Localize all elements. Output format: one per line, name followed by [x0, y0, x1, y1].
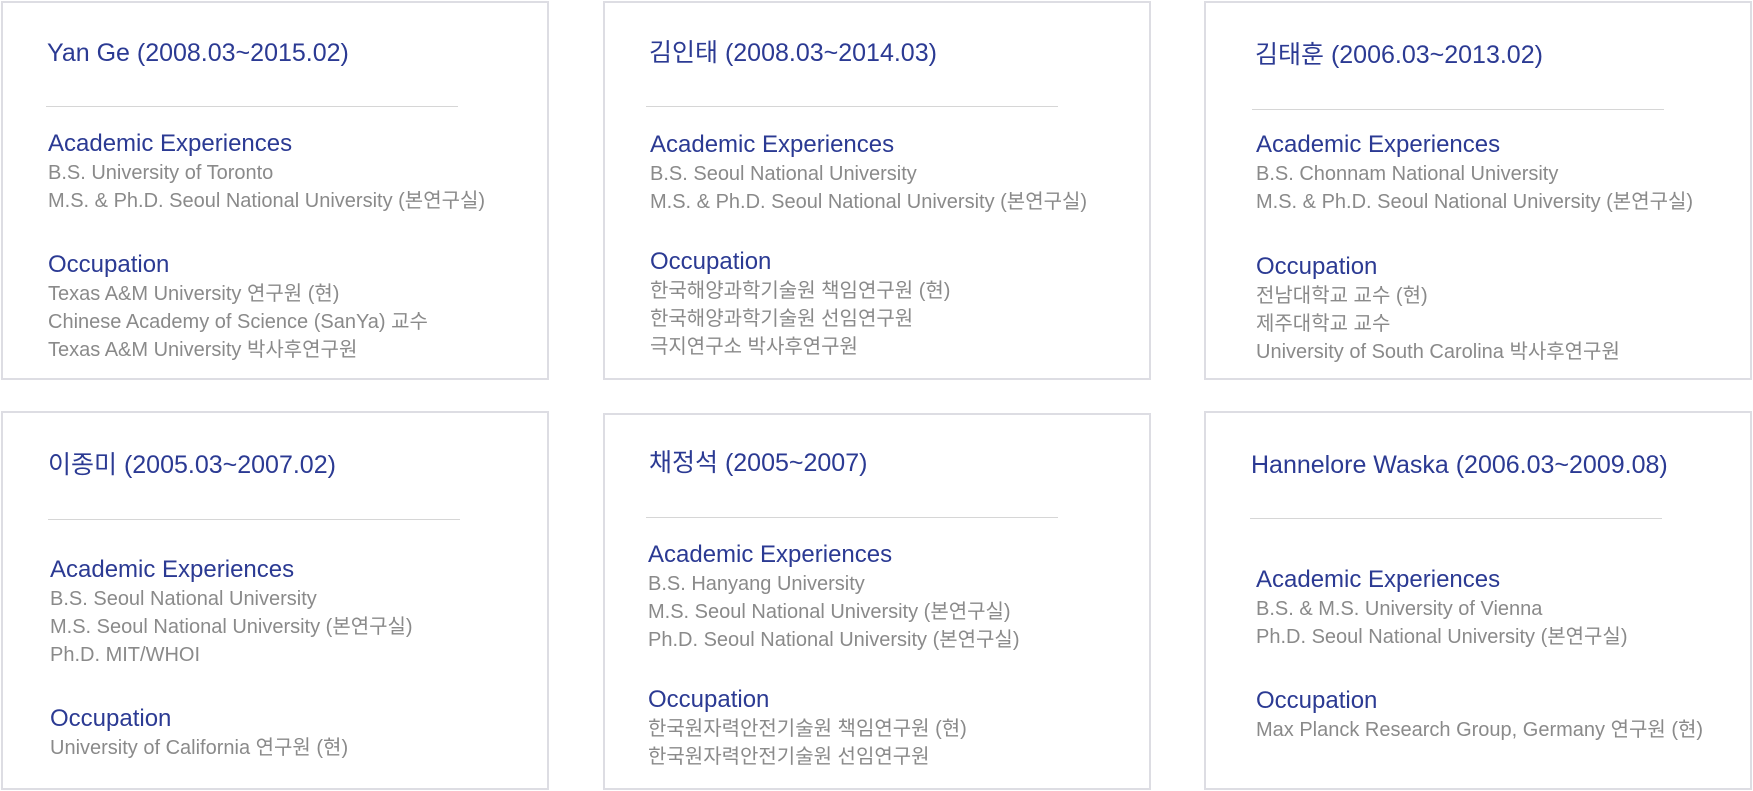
academic-heading: Academic Experiences [1256, 131, 1501, 158]
divider [1252, 109, 1664, 110]
alumni-card: Hannelore Waska (2006.03~2009.08) Academ… [1204, 411, 1752, 790]
alumni-name: 김인태 (2008.03~2014.03) [649, 39, 937, 67]
academic-heading: Academic Experiences [648, 541, 893, 568]
divider [48, 519, 460, 520]
academic-heading: Academic Experiences [650, 131, 895, 158]
occupation-item: 제주대학교 교수 [1256, 313, 1391, 335]
academic-item: B.S. Hanyang University [648, 573, 865, 595]
divider [646, 106, 1058, 107]
occupation-section: Occupation 전남대학교 교수 (현) 제주대학교 교수 Univers… [1256, 253, 1620, 366]
occupation-section: Occupation 한국원자력안전기술원 책임연구원 (현) 한국원자력안전기… [648, 686, 967, 771]
divider [1250, 518, 1662, 519]
alumni-card: 김인태 (2008.03~2014.03) Academic Experienc… [603, 1, 1151, 380]
academic-item: M.S. & Ph.D. Seoul National University (… [48, 190, 486, 212]
occupation-section: Occupation University of California 연구원 … [50, 705, 348, 762]
occupation-item: Texas A&M University 박사후연구원 [48, 339, 358, 361]
academic-section: Academic Experiences B.S. & M.S. Univers… [1256, 566, 1628, 651]
academic-item: B.S. & M.S. University of Vienna [1256, 598, 1543, 620]
academic-item: B.S. University of Toronto [48, 162, 274, 184]
academic-item: Ph.D. Seoul National University (본연구실) [648, 629, 1020, 651]
divider [646, 517, 1058, 518]
occupation-item: Chinese Academy of Science (SanYa) 교수 [48, 311, 428, 333]
occupation-heading: Occupation [648, 686, 770, 713]
academic-item: B.S. Chonnam National University [1256, 163, 1559, 185]
academic-heading: Academic Experiences [50, 556, 295, 583]
academic-item: B.S. Seoul National University [50, 588, 317, 610]
occupation-item: 전남대학교 교수 (현) [1256, 285, 1428, 307]
academic-heading: Academic Experiences [1256, 566, 1501, 593]
academic-section: Academic Experiences B.S. Chonnam Nation… [1256, 131, 1693, 216]
academic-section: Academic Experiences B.S. Hanyang Univer… [648, 541, 1020, 654]
occupation-item: University of California 연구원 (현) [50, 737, 349, 759]
occupation-heading: Occupation [650, 248, 772, 275]
occupation-heading: Occupation [1256, 253, 1378, 280]
occupation-item: 극지연구소 박사후연구원 [650, 336, 858, 358]
academic-section: Academic Experiences B.S. Seoul National… [50, 556, 413, 669]
academic-item: M.S. & Ph.D. Seoul National University (… [1256, 191, 1694, 213]
occupation-heading: Occupation [50, 705, 172, 732]
occupation-item: University of South Carolina 박사후연구원 [1256, 341, 1620, 363]
occupation-item: 한국해양과학기술원 선임연구원 [650, 308, 914, 330]
academic-item: M.S. Seoul National University (본연구실) [648, 601, 1011, 623]
alumni-name: Yan Ge (2008.03~2015.02) [47, 39, 349, 67]
academic-heading: Academic Experiences [48, 130, 293, 157]
alumni-card: 김태훈 (2006.03~2013.02) Academic Experienc… [1204, 1, 1752, 380]
occupation-section: Occupation Max Planck Research Group, Ge… [1256, 687, 1703, 744]
academic-item: M.S. Seoul National University (본연구실) [50, 616, 413, 638]
academic-section: Academic Experiences B.S. University of … [48, 130, 485, 215]
academic-item: Ph.D. Seoul National University (본연구실) [1256, 626, 1628, 648]
occupation-item: Texas A&M University 연구원 (현) [48, 283, 340, 305]
alumni-card: 이종미 (2005.03~2007.02) Academic Experienc… [1, 411, 549, 790]
divider [46, 106, 458, 107]
occupation-item: 한국원자력안전기술원 책임연구원 (현) [648, 718, 967, 740]
academic-item: B.S. Seoul National University [650, 163, 917, 185]
occupation-item: 한국원자력안전기술원 선임연구원 [648, 746, 930, 768]
occupation-section: Occupation 한국해양과학기술원 책임연구원 (현) 한국해양과학기술원… [650, 248, 950, 361]
alumni-name: 김태훈 (2006.03~2013.02) [1255, 41, 1543, 69]
occupation-section: Occupation Texas A&M University 연구원 (현) … [48, 251, 428, 364]
occupation-item: Max Planck Research Group, Germany 연구원 (… [1256, 719, 1704, 741]
occupation-heading: Occupation [1256, 687, 1378, 714]
alumni-card: Yan Ge (2008.03~2015.02) Academic Experi… [1, 1, 549, 380]
academic-item: M.S. & Ph.D. Seoul National University (… [650, 191, 1088, 213]
academic-item: Ph.D. MIT/WHOI [50, 644, 200, 666]
alumni-card: 채정석 (2005~2007) Academic Experiences B.S… [603, 413, 1151, 790]
alumni-name: 이종미 (2005.03~2007.02) [48, 451, 336, 479]
alumni-name: Hannelore Waska (2006.03~2009.08) [1251, 451, 1668, 479]
occupation-heading: Occupation [48, 251, 170, 278]
academic-section: Academic Experiences B.S. Seoul National… [650, 131, 1087, 216]
alumni-name: 채정석 (2005~2007) [649, 449, 868, 477]
occupation-item: 한국해양과학기술원 책임연구원 (현) [650, 280, 951, 302]
